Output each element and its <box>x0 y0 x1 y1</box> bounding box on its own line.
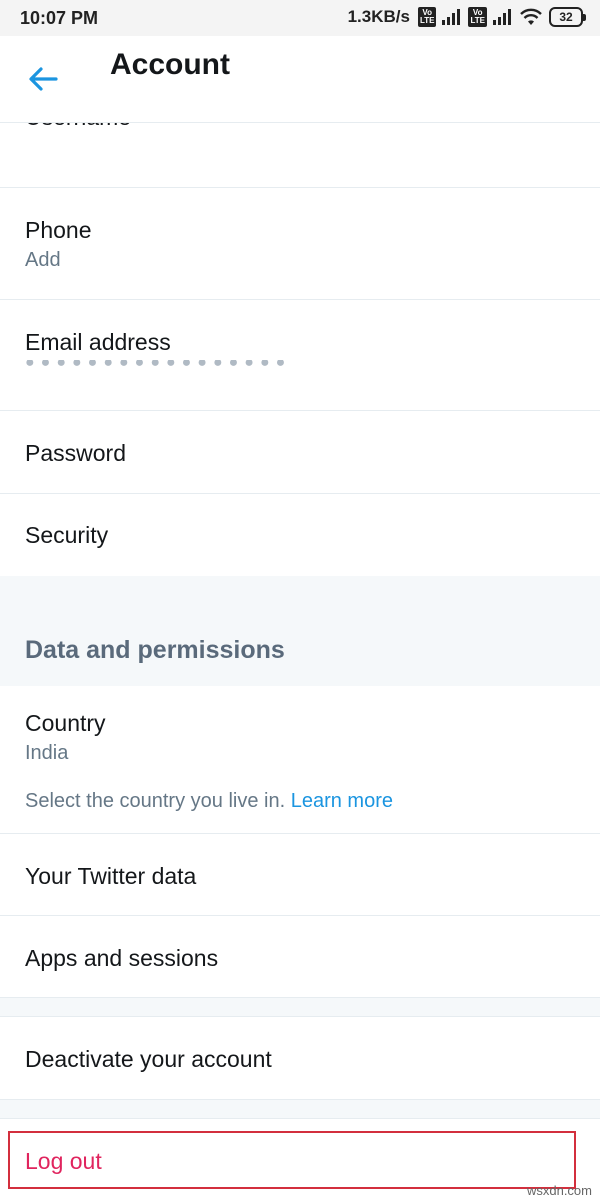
list-item-twitter-data[interactable]: Your Twitter data <box>0 834 600 916</box>
app-bar: Account <box>0 36 600 123</box>
apps-sessions-label: Apps and sessions <box>25 945 219 971</box>
list-item-security[interactable]: Security <box>0 494 600 576</box>
email-value-clip: ●●●●●●●●●●●●●●●●● <box>25 360 285 366</box>
arrow-left-icon[interactable] <box>26 62 60 96</box>
phone-value: Add <box>25 249 61 271</box>
email-value: ●●●●●●●●●●●●●●●●● <box>25 360 285 366</box>
twitter-data-label: Your Twitter data <box>25 863 197 889</box>
divider-gap <box>0 998 600 1017</box>
list-item-deactivate[interactable]: Deactivate your account <box>0 1017 600 1100</box>
password-label: Password <box>25 440 126 466</box>
list-item-phone[interactable]: Phone Add <box>0 188 600 300</box>
country-label: Country <box>25 710 106 736</box>
deactivate-label: Deactivate your account <box>25 1046 272 1072</box>
list-item-apps-sessions[interactable]: Apps and sessions <box>0 916 600 998</box>
watermark: wsxdn.com <box>526 1183 592 1198</box>
country-helper: Select the country you live in. Learn mo… <box>25 790 393 813</box>
country-helper-text: Select the country you live in. <box>25 790 286 812</box>
list-item-country[interactable]: Country India Select the country you liv… <box>0 686 600 834</box>
list-item-email[interactable]: Email address ●●●●●●●●●●●●●●●●● <box>0 300 600 411</box>
learn-more-link[interactable]: Learn more <box>291 790 393 812</box>
section-header-data-permissions: Data and permissions <box>0 576 600 686</box>
email-label: Email address <box>25 329 171 355</box>
page-title: Account <box>110 48 230 81</box>
list-item-password[interactable]: Password <box>0 411 600 494</box>
section-title: Data and permissions <box>25 636 285 664</box>
settings-list: Username Phone Add Email address ●●●●●●●… <box>0 0 600 1200</box>
security-label: Security <box>25 522 109 548</box>
highlight-box <box>8 1131 576 1189</box>
phone-label: Phone <box>25 217 92 243</box>
country-value: India <box>25 742 69 764</box>
divider-gap <box>0 1100 600 1119</box>
